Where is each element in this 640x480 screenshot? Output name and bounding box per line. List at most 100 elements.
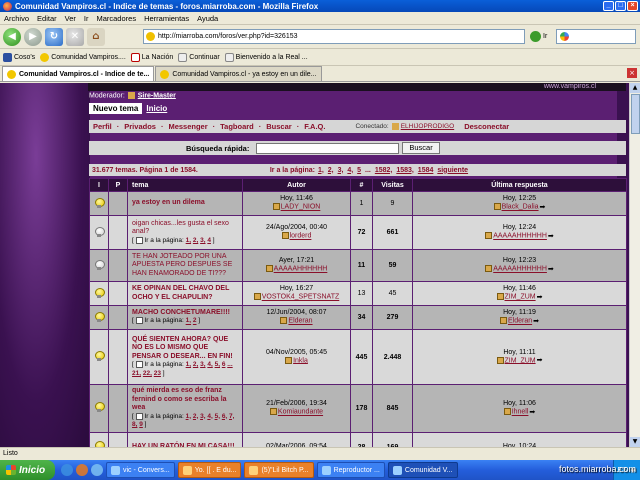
page-scrollbar[interactable]: ▲ ▼ — [629, 83, 640, 447]
bookmark-continuar[interactable]: Continuar — [178, 52, 220, 62]
go-to-last-icon[interactable]: ➡ — [537, 294, 543, 302]
topic-page-link[interactable]: 3, — [200, 237, 205, 244]
last-reply-user[interactable]: Ihnell — [512, 409, 529, 416]
topic-page-link[interactable]: 21, — [132, 370, 141, 377]
nav-faq[interactable]: F.A.Q. — [304, 122, 325, 131]
topic-page-link[interactable]: 3, — [200, 413, 205, 420]
close-tab-icon[interactable]: × — [627, 68, 637, 78]
page-link[interactable]: 5 — [357, 167, 361, 174]
topic-page-link[interactable]: 2, — [193, 361, 198, 368]
topic-link[interactable]: KE OPINAN DEL CHAVO DEL OCHO Y EL CHAPUL… — [132, 285, 229, 301]
bookmark-bienvenido[interactable]: Bienvenido a la Real ... — [224, 52, 308, 62]
menu-marcadores[interactable]: Marcadores — [96, 14, 136, 23]
search-engine-input[interactable] — [556, 29, 636, 44]
topic-page-link[interactable]: 2 — [193, 318, 197, 325]
author-link[interactable]: LADY_NION — [281, 204, 321, 211]
topic-link[interactable]: qué mierda es eso de franz fernind o com… — [132, 387, 227, 411]
start-button[interactable]: Inicio — [0, 460, 55, 480]
scroll-thumb[interactable] — [631, 94, 640, 134]
nav-messenger[interactable]: Messenger — [168, 122, 207, 131]
task-button-lil[interactable]: (5)"Lil Bitch P... — [244, 462, 314, 478]
author-link[interactable]: Inkla — [293, 357, 308, 364]
scroll-down-icon[interactable]: ▼ — [630, 437, 640, 447]
topic-page-link[interactable]: 23 — [154, 370, 161, 377]
topic-link[interactable]: TE HAN JOTEADO POR UNA APUESTA PERO DESP… — [132, 253, 232, 277]
topic-page-link[interactable]: 2, — [193, 413, 198, 420]
scroll-up-icon[interactable]: ▲ — [630, 83, 640, 93]
media-player-icon[interactable] — [91, 464, 103, 476]
topic-page-link[interactable]: 1, — [186, 361, 191, 368]
next-page-link[interactable]: siguiente — [437, 167, 468, 174]
go-to-last-icon[interactable]: ➡ — [529, 409, 535, 417]
task-button-reproductor[interactable]: Reproductor ... — [316, 462, 385, 478]
internet-explorer-icon[interactable] — [61, 464, 73, 476]
go-to-last-icon[interactable]: ➡ — [540, 204, 546, 212]
stop-button[interactable]: ✕ — [66, 27, 84, 46]
go-to-last-icon[interactable]: ➡ — [533, 318, 539, 326]
menu-ver[interactable]: Ver — [65, 14, 76, 23]
page-link[interactable]: 3, — [338, 167, 344, 174]
bookmark-la-nacion[interactable]: La Nación — [130, 52, 173, 62]
topic-page-link[interactable]: 5, — [215, 413, 220, 420]
topic-page-link[interactable]: 6 — [222, 361, 226, 368]
logout-link[interactable]: Desconectar — [464, 122, 509, 131]
minimize-button[interactable]: _ — [603, 1, 614, 11]
firefox-icon[interactable] — [76, 464, 88, 476]
last-reply-user[interactable]: Black_Dalia — [502, 204, 539, 211]
bookmark-vampiros[interactable]: Comunidad Vampiros.... — [40, 52, 126, 62]
author-link[interactable]: AAAAAHHHHHH — [274, 266, 328, 273]
page-link[interactable]: 4, — [347, 167, 353, 174]
last-reply-user[interactable]: ZIM_ZUM — [505, 357, 536, 364]
maximize-button[interactable]: □ — [615, 1, 626, 11]
close-window-button[interactable]: × — [627, 1, 638, 11]
topic-page-link[interactable]: 3, — [200, 361, 205, 368]
author-link[interactable]: lorderd — [290, 233, 312, 240]
last-reply-user[interactable]: AAAAAHHHHHH — [493, 233, 547, 240]
nav-perfil[interactable]: Perfil — [93, 122, 112, 131]
tab-vampiros-index[interactable]: Comunidad Vampiros.cl - Indice de te... — [2, 66, 155, 81]
last-reply-user[interactable]: Elderan — [508, 318, 532, 325]
tab-vampiros-dilema[interactable]: Comunidad Vampiros.cl - ya estoy en un d… — [155, 66, 322, 81]
last-reply-user[interactable]: ZIM_ZUM — [505, 294, 536, 301]
connected-user-link[interactable]: ELHIJOPRODIGO — [401, 123, 454, 130]
nav-buscar[interactable]: Buscar — [266, 122, 291, 131]
back-button[interactable]: ◀ — [3, 27, 21, 46]
topic-page-link[interactable]: 5, — [215, 361, 220, 368]
menu-ir[interactable]: Ir — [84, 14, 89, 23]
topic-page-link[interactable]: 7, — [229, 413, 234, 420]
topic-link[interactable]: ya estoy en un dilema — [132, 199, 205, 206]
task-button-yo[interactable]: Yo. [[ . E du... — [177, 462, 242, 478]
url-input[interactable]: http://miarroba.com/foros/ver.php?id=326… — [143, 29, 525, 44]
go-button[interactable]: Ir — [530, 29, 554, 44]
go-to-last-icon[interactable]: ➡ — [537, 357, 543, 365]
new-topic-button[interactable]: Nuevo tema — [89, 103, 143, 114]
home-button[interactable]: ⌂ — [87, 27, 105, 46]
topic-page-link[interactable]: 4 — [207, 237, 211, 244]
topic-link[interactable]: oigan chicas...les gusta el sexo anal? — [132, 220, 229, 236]
task-button-messenger[interactable]: vic - Convers... — [106, 462, 175, 478]
go-to-last-icon[interactable]: ➡ — [548, 233, 554, 241]
page-link[interactable]: 1, — [318, 167, 324, 174]
topic-page-link[interactable]: 4, — [207, 361, 212, 368]
author-link[interactable]: VOSTOK4_SPETSNATZ — [262, 294, 340, 301]
page-link[interactable]: 1584 — [418, 167, 434, 174]
nav-tagboard[interactable]: Tagboard — [220, 122, 254, 131]
topic-link[interactable]: QUÉ SIENTEN AHORA? QUE NO ES LO MISMO QU… — [132, 336, 233, 360]
page-link[interactable]: 1583, — [396, 167, 414, 174]
topic-page-link[interactable]: 22, — [143, 370, 152, 377]
topic-page-link[interactable]: 2, — [193, 237, 198, 244]
moderator-link[interactable]: Sire-Master — [138, 92, 176, 99]
go-to-last-icon[interactable]: ➡ — [548, 266, 554, 274]
topic-page-link[interactable]: 6, — [222, 413, 227, 420]
bookmark-cosos[interactable]: Coso's — [3, 52, 35, 62]
topic-page-link[interactable]: 1, — [186, 318, 191, 325]
menu-ayuda[interactable]: Ayuda — [197, 14, 218, 23]
topic-page-link[interactable]: ... — [227, 361, 232, 368]
topic-page-link[interactable]: 4, — [207, 413, 212, 420]
author-link[interactable]: Komiaundante — [278, 409, 323, 416]
reload-button[interactable]: ↻ — [45, 27, 63, 46]
topic-page-link[interactable]: 1, — [186, 413, 191, 420]
quick-search-button[interactable]: Buscar — [402, 142, 440, 154]
page-link[interactable]: 1582, — [375, 167, 393, 174]
topic-page-link[interactable]: 9 — [139, 421, 143, 428]
